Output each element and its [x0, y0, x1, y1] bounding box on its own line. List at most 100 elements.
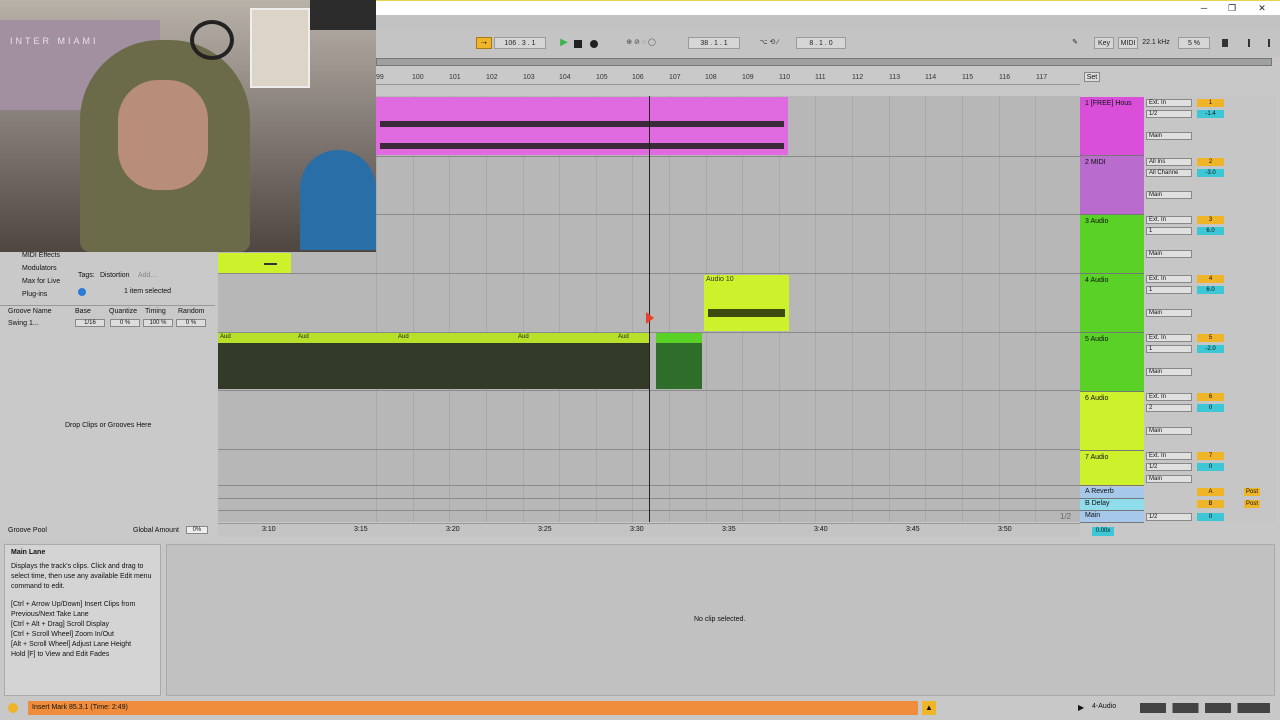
track-header[interactable]: 7 Audio	[1080, 451, 1144, 486]
input-select[interactable]: Ext. In	[1146, 334, 1192, 342]
output-select[interactable]: Main	[1146, 191, 1192, 199]
track-number[interactable]: 7	[1197, 452, 1224, 460]
arrangement-overview[interactable]	[376, 58, 1272, 66]
track-number[interactable]: 5	[1197, 334, 1224, 342]
channel-select[interactable]: 1/2	[1146, 110, 1192, 118]
groove-name[interactable]: Swing 1...	[8, 320, 39, 327]
audio-clip-group[interactable]: Aud Aud Aud Aud Aud	[218, 333, 650, 389]
detail-view[interactable]: No clip selected.	[166, 544, 1275, 696]
post-button[interactable]: Post	[1244, 500, 1260, 508]
main-header[interactable]: Main	[1080, 511, 1144, 523]
output-select[interactable]: Main	[1146, 368, 1192, 376]
audio-clip[interactable]	[656, 333, 702, 389]
channel-select[interactable]: 2	[1146, 404, 1192, 412]
return-header[interactable]: B Delay	[1080, 499, 1144, 511]
output-select[interactable]: Main	[1146, 427, 1192, 435]
track-header[interactable]: 6 Audio	[1080, 392, 1144, 451]
channel-select[interactable]: 1/2	[1146, 463, 1192, 471]
input-select[interactable]: Ext. In	[1146, 99, 1192, 107]
browser-item[interactable]: MIDI Effects	[22, 252, 60, 259]
bar-label: 116	[999, 74, 1011, 81]
return-letter[interactable]: B	[1197, 500, 1224, 508]
volume-field[interactable]: 0	[1197, 463, 1224, 471]
tag-chip[interactable]: Distortion	[100, 272, 130, 279]
track-header[interactable]: 1 [FREE] Hous	[1080, 97, 1144, 156]
main-channel[interactable]: 1/2	[1146, 513, 1192, 521]
input-select[interactable]: Ext. In	[1146, 452, 1192, 460]
volume-field[interactable]: -3.0	[1197, 169, 1224, 177]
track-header[interactable]: 3 Audio	[1080, 215, 1144, 274]
volume-field[interactable]: -2.0	[1197, 345, 1224, 353]
tempo-field[interactable]: 106 . 3 . 1	[494, 37, 546, 49]
draw-icon[interactable]: ✎	[1070, 37, 1080, 49]
channel-select[interactable]: 1	[1146, 345, 1192, 353]
follow-icon[interactable]: ➝	[476, 37, 492, 49]
output-select[interactable]: Main	[1146, 475, 1192, 483]
time-label: 3:20	[446, 526, 460, 533]
track-header[interactable]: 5 Audio	[1080, 333, 1144, 392]
input-select[interactable]: Ext. In	[1146, 275, 1192, 283]
volume-field[interactable]: 0	[1197, 404, 1224, 412]
audio-clip[interactable]	[218, 253, 291, 273]
output-select[interactable]: Main	[1146, 250, 1192, 258]
record-icon[interactable]	[590, 40, 598, 48]
view-switchers[interactable]	[1140, 703, 1270, 713]
audio-clip[interactable]: Audio 10	[704, 275, 789, 331]
clip-name: Aud	[220, 334, 231, 340]
play-track-icon[interactable]: ▶	[1078, 703, 1084, 712]
input-select[interactable]: Ext. In	[1146, 216, 1192, 224]
groove-base[interactable]: 1/16	[75, 319, 105, 327]
volume-field[interactable]: 6.0	[1197, 227, 1224, 235]
browser-item[interactable]: Max for Live	[22, 278, 60, 285]
output-select[interactable]: Main	[1146, 309, 1192, 317]
track-number[interactable]: 6	[1197, 393, 1224, 401]
track-number[interactable]: 1	[1197, 99, 1224, 107]
cursor-icon	[646, 312, 654, 324]
zoom-field[interactable]: 0.00x	[1092, 527, 1114, 536]
output-select[interactable]: Main	[1146, 132, 1192, 140]
track-number[interactable]: 4	[1197, 275, 1224, 283]
add-tag[interactable]: Add...	[138, 272, 156, 279]
return-letter[interactable]: A	[1197, 488, 1224, 496]
channel-select[interactable]: 1	[1146, 227, 1192, 235]
audio-clip[interactable]	[376, 97, 788, 155]
minimize-button[interactable]: ─	[1194, 3, 1214, 14]
close-button[interactable]: ✕	[1252, 3, 1272, 14]
main-volume[interactable]: 0	[1197, 513, 1224, 521]
track-number[interactable]: 3	[1197, 216, 1224, 224]
volume-field[interactable]: -1.4	[1197, 110, 1224, 118]
post-button[interactable]: Post	[1244, 488, 1260, 496]
position-field[interactable]: 38 . 1 . 1	[688, 37, 740, 49]
playhead[interactable]	[649, 96, 650, 522]
loop-tools[interactable]: ⌥ ⟲ ∕	[744, 37, 794, 49]
set-button[interactable]: Set	[1084, 72, 1100, 82]
volume-field[interactable]: 6.0	[1197, 286, 1224, 294]
groove-random[interactable]: 0 %	[176, 319, 206, 327]
groove-quantize[interactable]: 0 %	[110, 319, 140, 327]
channel-select[interactable]: All Channe	[1146, 169, 1192, 177]
input-select[interactable]: Ext. In	[1146, 393, 1192, 401]
groove-timing[interactable]: 100 %	[143, 319, 173, 327]
browser-item[interactable]: Plug-ins	[22, 291, 47, 298]
menu-bar	[376, 15, 1280, 30]
clip-name: Audio 10	[706, 276, 734, 283]
channel-select[interactable]: 1	[1146, 286, 1192, 294]
stop-icon[interactable]	[574, 40, 582, 48]
input-select[interactable]: All Ins	[1146, 158, 1192, 166]
key-button[interactable]: Key	[1094, 37, 1114, 49]
track-number[interactable]: 2	[1197, 158, 1224, 166]
midi-button[interactable]: MIDI	[1118, 37, 1138, 49]
loop-length-field[interactable]: 8 . 1 . 0	[796, 37, 846, 49]
track-header[interactable]: 4 Audio	[1080, 274, 1144, 333]
restore-button[interactable]: ❐	[1222, 3, 1242, 14]
overdub-tools[interactable]: ⊕ ⊘ ◌ ◯	[612, 37, 670, 49]
global-amount-field[interactable]: 0%	[186, 526, 208, 534]
return-header[interactable]: A Reverb	[1080, 487, 1144, 499]
selected-track-label: 4-Audio	[1092, 703, 1117, 710]
alert-icon[interactable]: ▲	[922, 701, 936, 715]
bar-label: 106	[632, 74, 644, 81]
time-ruler[interactable]	[218, 523, 1080, 537]
play-icon[interactable]: ▶	[558, 37, 570, 49]
track-header[interactable]: 2 MIDI	[1080, 156, 1144, 215]
browser-item[interactable]: Modulators	[22, 265, 57, 272]
